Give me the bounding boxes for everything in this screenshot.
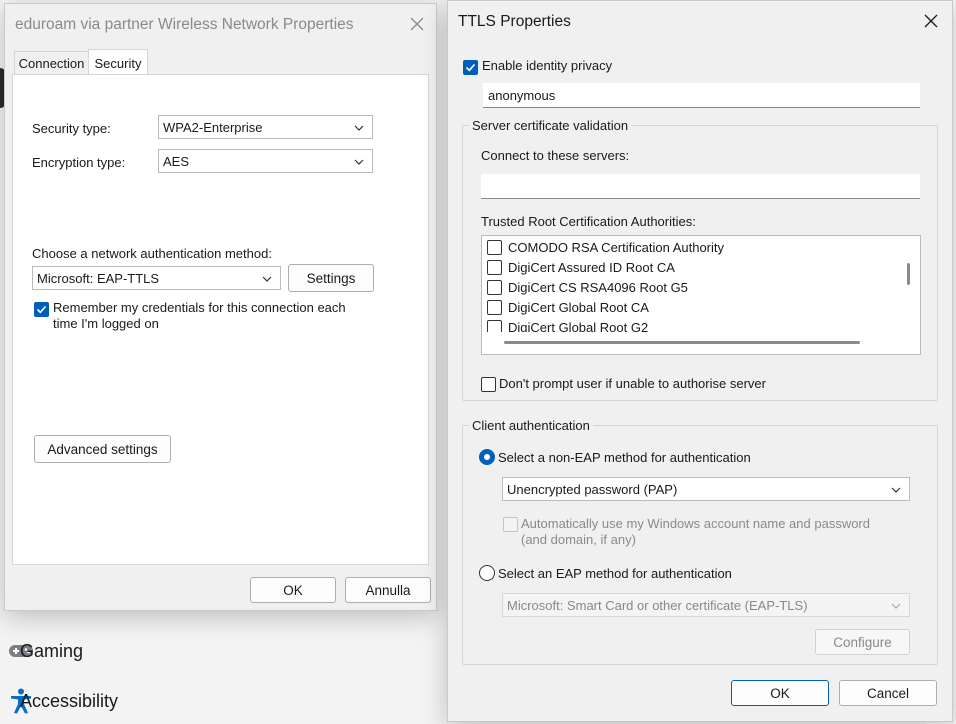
close-icon[interactable] (921, 11, 941, 31)
network-properties-dialog: eduroam via partner Wireless Network Pro… (4, 3, 437, 611)
connect-servers-input[interactable] (481, 174, 920, 199)
certificate-checkbox[interactable] (487, 299, 502, 315)
nav-item-accessibility[interactable]: Accessibility (6, 686, 118, 716)
connect-servers-label: Connect to these servers: (481, 148, 630, 163)
certificate-checkbox[interactable] (487, 239, 502, 255)
trusted-root-label: Trusted Root Certification Authorities: (481, 214, 696, 229)
remember-credentials-label-line2: time I'm logged on (53, 316, 159, 331)
auto-windows-label-line1: Automatically use my Windows account nam… (521, 516, 870, 531)
list-item[interactable]: DigiCert Global Root CA (482, 297, 649, 317)
vertical-scrollbar-thumb[interactable] (907, 263, 910, 285)
non-eap-label: Select a non-EAP method for authenticati… (498, 450, 751, 465)
security-tab-panel: Security type: WPA2-Enterprise Encryptio… (12, 74, 429, 565)
ok-button[interactable]: OK (250, 577, 336, 603)
settings-button[interactable]: Settings (288, 264, 374, 292)
title-bar: TTLS Properties (448, 1, 952, 43)
certificate-name: DigiCert CS RSA4096 Root G5 (508, 279, 688, 295)
eap-radio[interactable] (479, 565, 495, 581)
auth-method-select[interactable]: Microsoft: EAP-TTLS (32, 266, 281, 290)
auto-windows-label-line2: (and domain, if any) (521, 532, 636, 547)
tab-security[interactable]: Security (88, 49, 148, 76)
configure-button[interactable]: Configure (815, 629, 910, 655)
security-type-value: WPA2-Enterprise (163, 119, 263, 135)
tab-connection[interactable]: Connection (14, 51, 89, 75)
checkmark-icon (36, 305, 47, 314)
close-icon[interactable] (407, 14, 427, 34)
anonymous-identity-input[interactable]: anonymous (483, 83, 920, 108)
nav-item-gaming[interactable]: Gaming (6, 636, 83, 666)
non-eap-method-select[interactable]: Unencrypted password (PAP) (502, 477, 910, 501)
auto-windows-account-checkbox[interactable] (503, 517, 518, 532)
chevron-down-icon (260, 272, 274, 286)
client-auth-title: Client authentication (469, 418, 593, 433)
checkmark-icon (465, 63, 476, 72)
vertical-scroll-track (900, 236, 920, 332)
auth-method-value: Microsoft: EAP-TTLS (37, 270, 160, 286)
list-item[interactable]: COMODO RSA Certification Authority (482, 237, 724, 257)
chevron-down-icon (352, 121, 366, 135)
advanced-settings-button[interactable]: Advanced settings (34, 435, 171, 463)
ok-button[interactable]: OK (731, 680, 829, 706)
certificate-name: DigiCert Global Root CA (508, 299, 649, 315)
dialog-title: TTLS Properties (458, 13, 571, 30)
security-type-select[interactable]: WPA2-Enterprise (158, 115, 373, 139)
identity-privacy-label: Enable identity privacy (482, 58, 613, 73)
encryption-type-value: AES (163, 153, 190, 169)
chevron-down-icon (352, 155, 366, 169)
cancel-button[interactable]: Annulla (345, 577, 431, 603)
certificate-name: COMODO RSA Certification Authority (508, 239, 725, 255)
dont-prompt-label: Don't prompt user if unable to authorise… (499, 376, 766, 391)
dont-prompt-checkbox[interactable] (481, 377, 496, 392)
non-eap-method-value: Unencrypted password (PAP) (507, 481, 678, 497)
eap-label: Select an EAP method for authentication (498, 566, 732, 581)
remember-credentials-checkbox[interactable] (34, 302, 49, 317)
nav-item-label: Accessibility (20, 690, 119, 711)
ttls-properties-dialog: TTLS Properties Enable identity privacy … (447, 0, 953, 722)
title-bar: eduroam via partner Wireless Network Pro… (5, 4, 436, 46)
horizontal-scrollbar-thumb[interactable] (504, 341, 860, 344)
certificate-checkbox[interactable] (487, 279, 502, 295)
remember-credentials-label-line1: Remember my credentials for this connect… (53, 300, 346, 315)
identity-privacy-checkbox[interactable] (463, 60, 478, 75)
eap-method-select[interactable]: Microsoft: Smart Card or other certifica… (502, 593, 910, 617)
list-item[interactable]: DigiCert Assured ID Root CA (482, 257, 675, 277)
encryption-type-label: Encryption type: (32, 155, 126, 170)
dialog-title: eduroam via partner Wireless Network Pro… (15, 16, 354, 33)
certificate-checkbox[interactable] (487, 259, 502, 275)
certificate-name: DigiCert Assured ID Root CA (508, 259, 675, 275)
cancel-button[interactable]: Cancel (839, 680, 937, 706)
server-validation-title: Server certificate validation (469, 118, 632, 133)
security-type-label: Security type: (32, 121, 111, 136)
encryption-type-select[interactable]: AES (158, 149, 373, 173)
eap-method-value: Microsoft: Smart Card or other certifica… (507, 597, 808, 613)
chevron-down-icon (889, 483, 903, 497)
trusted-root-list[interactable]: COMODO RSA Certification Authority DigiC… (481, 235, 921, 355)
list-item[interactable]: DigiCert CS RSA4096 Root G5 (482, 277, 688, 297)
non-eap-radio[interactable] (479, 449, 495, 465)
nav-item-label: Gaming (20, 640, 84, 661)
auth-method-label: Choose a network authentication method: (32, 246, 272, 261)
chevron-down-icon (889, 599, 903, 613)
